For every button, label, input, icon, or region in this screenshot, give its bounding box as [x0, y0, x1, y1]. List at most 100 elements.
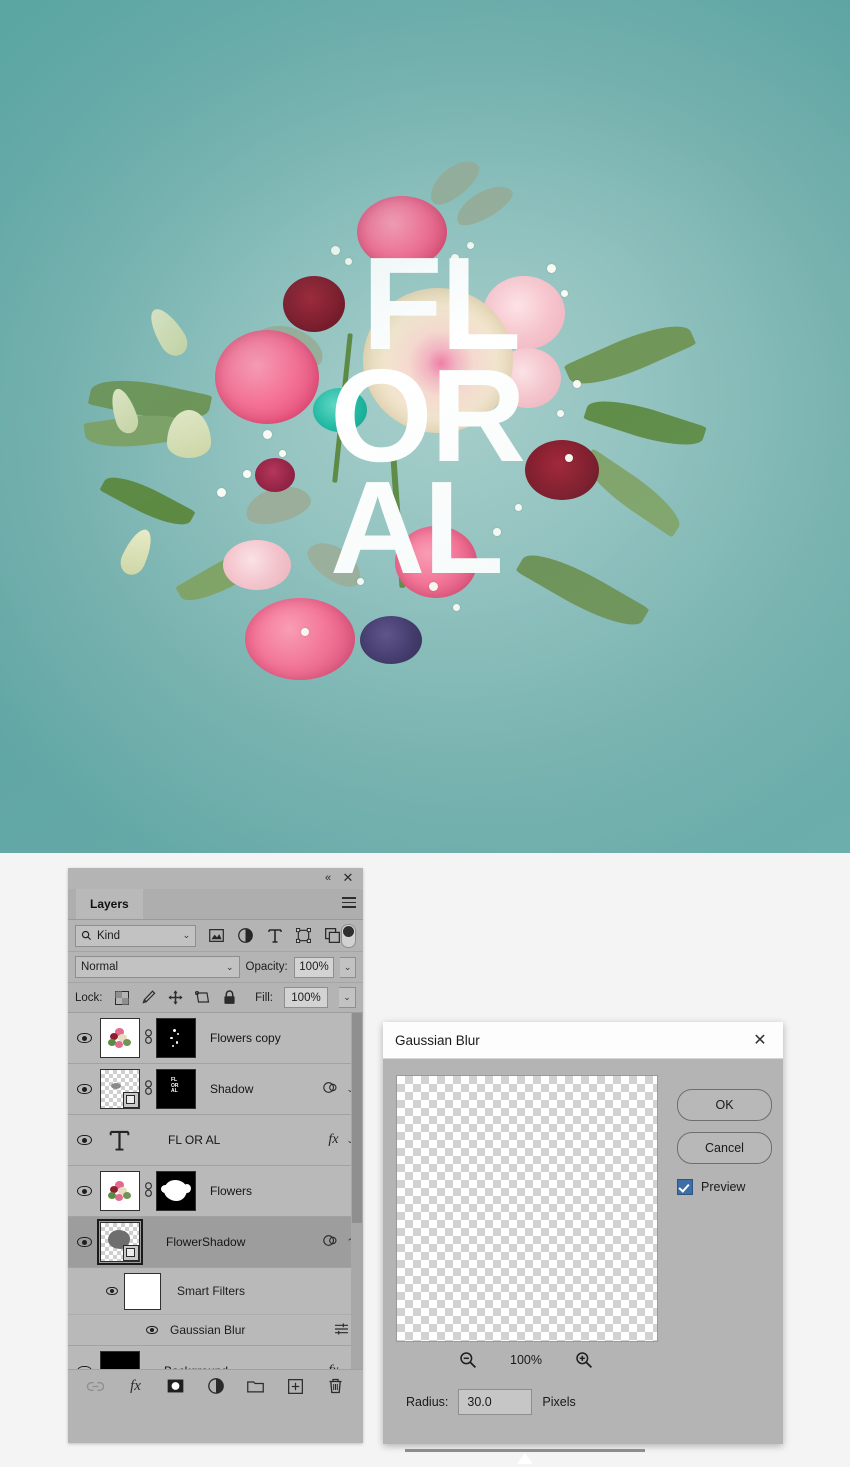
shape-filter-icon[interactable] [295, 927, 312, 944]
filter-kind-select[interactable]: Kind ⌄ [75, 924, 197, 947]
fill-input[interactable]: 100% [284, 987, 328, 1008]
zoom-out-icon[interactable] [458, 1350, 478, 1370]
lock-all-icon[interactable] [222, 990, 238, 1006]
dialog-title: Gaussian Blur [395, 1032, 480, 1048]
layer-visibility-toggle[interactable] [68, 1217, 100, 1267]
layer-visibility-toggle[interactable] [68, 1166, 100, 1216]
eye-icon [76, 1135, 92, 1145]
link-mask-icon[interactable] [140, 1080, 156, 1098]
chevron-down-icon[interactable]: ⌄ [183, 930, 191, 941]
opacity-input[interactable]: 100% [293, 956, 335, 978]
layer-name[interactable]: FlowerShadow [140, 1235, 323, 1249]
smart-filter-name[interactable]: Gaussian Blur [162, 1323, 245, 1337]
layer-row-shadow[interactable]: FLORAL Shadow ⌄ [68, 1064, 363, 1115]
layer-row-flowers-copy[interactable]: Flowers copy [68, 1013, 363, 1064]
radius-input[interactable]: 30.0 [458, 1389, 533, 1415]
layer-name[interactable]: Background [140, 1364, 328, 1369]
layer-list-scrollbar[interactable] [351, 1013, 363, 1369]
floral-bouquet-artwork [83, 152, 707, 683]
fx-icon[interactable]: fx [328, 1132, 338, 1148]
smart-object-badge [123, 1092, 139, 1108]
cancel-button[interactable]: Cancel [677, 1132, 772, 1164]
tab-layers[interactable]: Layers [76, 889, 143, 919]
fx-icon[interactable]: fx [328, 1363, 338, 1369]
layer-thumbnail[interactable] [100, 1351, 140, 1369]
type-layer-thumbnail[interactable] [100, 1129, 138, 1151]
layer-visibility-toggle[interactable] [68, 1064, 100, 1114]
smart-filters-label: Smart Filters [177, 1284, 246, 1298]
panel-tab-strip: Layers [68, 889, 363, 920]
smart-filters-visibility-toggle[interactable] [100, 1287, 124, 1295]
layer-visibility-toggle[interactable] [68, 1013, 100, 1063]
layer-row-background[interactable]: Background fx ⌄ [68, 1346, 363, 1369]
layer-mask-thumbnail[interactable] [156, 1171, 196, 1211]
smartobject-filter-icon[interactable] [324, 927, 341, 944]
filter-enable-toggle[interactable] [341, 923, 356, 948]
layer-list[interactable]: Flowers copy FLORAL Shadow ⌄ [68, 1013, 363, 1369]
dialog-title-bar[interactable]: Gaussian Blur ✕ [383, 1022, 783, 1059]
lock-position-icon[interactable] [168, 990, 184, 1006]
link-mask-icon[interactable] [140, 1029, 156, 1047]
lock-transparent-icon[interactable] [114, 990, 130, 1006]
filter-visibility-toggle[interactable] [142, 1326, 162, 1334]
layer-mask-thumbnail[interactable] [156, 1018, 196, 1058]
layer-visibility-toggle[interactable] [68, 1346, 100, 1369]
ok-button[interactable]: OK [677, 1089, 772, 1121]
layer-row-fl-or-al[interactable]: FL OR AL fx ⌄ [68, 1115, 363, 1166]
blend-options-icon[interactable] [323, 1234, 338, 1250]
preview-checkbox-row[interactable]: Preview [677, 1179, 745, 1195]
gaussian-blur-dialog[interactable]: Gaussian Blur ✕ 100% Radius: 30.0 Pixels… [383, 1022, 783, 1464]
radius-units-label: Pixels [542, 1395, 576, 1409]
type-filter-icon[interactable] [266, 927, 283, 944]
close-icon[interactable]: ✕ [749, 1029, 771, 1051]
layers-panel[interactable]: « ✕ Layers Kind ⌄ Normal ⌄ Opacity: 100%… [68, 868, 363, 1443]
blend-options-icon[interactable] [323, 1081, 338, 1097]
opacity-stepper-caret[interactable]: ⌄ [340, 956, 356, 978]
smart-filter-gaussian-blur-row[interactable]: Gaussian Blur [68, 1315, 363, 1346]
layer-thumbnail[interactable] [100, 1222, 140, 1262]
adjustment-filter-icon[interactable] [237, 927, 254, 944]
new-layer-icon[interactable] [287, 1377, 305, 1395]
lock-image-icon[interactable] [141, 990, 157, 1006]
preview-checkbox[interactable] [677, 1179, 693, 1195]
add-mask-icon[interactable] [167, 1377, 185, 1395]
pixel-filter-icon[interactable] [208, 927, 225, 944]
layer-name[interactable]: FL OR AL [138, 1133, 328, 1147]
layer-name[interactable]: Flowers copy [196, 1031, 363, 1045]
fx-icon[interactable]: fx [127, 1377, 145, 1395]
smart-filters-row[interactable]: Smart Filters [68, 1268, 363, 1315]
layer-mask-thumbnail[interactable]: FL OR AL [156, 1069, 196, 1109]
radius-row: Radius: 30.0 Pixels [406, 1389, 576, 1415]
new-group-icon[interactable] [247, 1377, 265, 1395]
layers-panel-bottom-bar: fx [68, 1369, 363, 1402]
layer-row-flowershadow[interactable]: FlowerShadow ⌃ [68, 1217, 363, 1268]
blend-mode-select[interactable]: Normal ⌄ [75, 956, 240, 978]
panel-menu-icon[interactable] [342, 897, 356, 909]
layer-name[interactable]: Flowers [196, 1184, 363, 1198]
close-panel-icon[interactable]: ✕ [341, 871, 355, 885]
document-canvas[interactable]: FL OR AL [0, 0, 850, 853]
lock-artboard-icon[interactable] [195, 990, 211, 1006]
radius-slider[interactable] [405, 1447, 645, 1467]
link-layers-icon[interactable] [87, 1377, 105, 1395]
blur-preview-pane[interactable] [396, 1075, 658, 1342]
slider-knob[interactable] [517, 1453, 533, 1464]
layer-filter-row: Kind ⌄ [68, 920, 363, 952]
adjustment-layer-icon[interactable] [207, 1377, 225, 1395]
smart-filters-mask-thumbnail[interactable] [124, 1272, 161, 1310]
layer-name[interactable]: Shadow [196, 1082, 323, 1096]
layer-thumbnail[interactable] [100, 1171, 140, 1211]
layer-thumbnail[interactable] [100, 1018, 140, 1058]
collapse-panel-icon[interactable]: « [321, 871, 335, 885]
dialog-body: 100% Radius: 30.0 Pixels OK Cancel Previ… [383, 1059, 783, 1464]
chevron-down-icon[interactable]: ⌄ [226, 962, 234, 973]
scrollbar-thumb[interactable] [352, 1013, 362, 1223]
delete-layer-icon[interactable] [327, 1377, 345, 1395]
zoom-in-icon[interactable] [574, 1350, 594, 1370]
layer-row-flowers[interactable]: Flowers [68, 1166, 363, 1217]
link-mask-icon[interactable] [140, 1182, 156, 1200]
opacity-label: Opacity: [245, 961, 288, 973]
fill-stepper-caret[interactable]: ⌄ [339, 987, 356, 1008]
layer-thumbnail[interactable] [100, 1069, 140, 1109]
layer-visibility-toggle[interactable] [68, 1115, 100, 1165]
